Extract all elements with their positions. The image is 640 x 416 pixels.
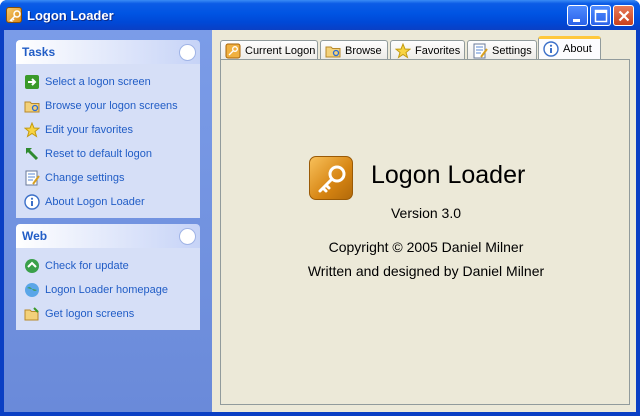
task-edit-favorites[interactable]: Edit your favorites [16,118,200,142]
task-label: About Logon Loader [45,196,145,208]
close-icon [618,10,630,22]
tasks-group-body: Select a logon screen Browse your logon … [16,64,200,218]
task-reset-default[interactable]: Reset to default logon [16,142,200,166]
task-check-update[interactable]: Check for update [16,254,200,278]
task-label: Select a logon screen [45,76,151,88]
task-get-screens[interactable]: Get logon screens [16,302,200,326]
settings-icon [473,43,488,58]
info-icon [24,194,40,210]
task-browse-logons[interactable]: Browse your logon screens [16,94,200,118]
logon-loader-logo-icon [309,156,353,200]
info-icon [543,41,559,57]
web-group: Web Check for update Logon Loader homepa… [16,224,200,330]
folder-open-icon [24,307,39,321]
about-panel: Logon Loader Version 3.0 Copyright © 200… [220,59,630,405]
maximize-icon [594,9,608,23]
collapse-icon[interactable] [179,228,196,245]
task-change-settings[interactable]: Change settings [16,166,200,190]
reset-arrow-icon [25,147,39,161]
task-label: Get logon screens [45,308,135,320]
globe-icon [25,259,39,273]
tab-label: Current Logon [245,44,316,57]
title-bar[interactable]: Logon Loader [0,0,640,30]
about-copyright: Copyright © 2005 Daniel Milner [328,239,524,255]
main-area: Current Logon Browse Favorites Settings … [212,30,636,412]
tab-current-logon[interactable]: Current Logon [220,40,318,60]
star-icon [395,42,411,59]
task-about[interactable]: About Logon Loader [16,190,200,214]
tasks-group-header[interactable]: Tasks [16,40,200,64]
homepage-icon [25,283,39,297]
web-group-header[interactable]: Web [16,224,200,248]
tab-label: About [563,43,592,55]
close-button[interactable] [613,5,634,26]
green-arrow-icon [25,75,39,89]
tab-label: Settings [492,44,532,57]
about-app-name: Logon Loader [371,161,526,189]
minimize-icon [573,19,580,22]
app-key-icon [6,7,22,23]
folder-icon [325,46,341,57]
web-group-title: Web [22,229,48,243]
task-pane: Tasks Select a logon screen Browse your … [4,30,212,412]
tasks-group: Tasks Select a logon screen Browse your … [16,40,200,218]
about-credits: Written and designed by Daniel Milner [307,263,545,279]
tab-about[interactable]: About [538,36,601,61]
task-label: Browse your logon screens [45,100,178,112]
star-icon [24,122,40,138]
folder-icon [24,101,40,113]
about-version: Version 3.0 [390,205,462,221]
maximize-button[interactable] [590,5,611,26]
task-label: Logon Loader homepage [45,284,168,296]
settings-icon [25,170,40,186]
tab-label: Browse [345,44,382,57]
tab-label: Favorites [415,44,461,57]
collapse-icon[interactable] [179,44,196,61]
task-label: Change settings [45,172,125,184]
client-area: Tasks Select a logon screen Browse your … [4,30,636,412]
web-group-body: Check for update Logon Loader homepage G… [16,248,200,330]
tab-favorites[interactable]: Favorites [390,40,465,60]
task-label: Reset to default logon [45,148,153,160]
key-icon [225,43,241,58]
task-homepage[interactable]: Logon Loader homepage [16,278,200,302]
tab-browse[interactable]: Browse [320,40,388,60]
task-select-logon[interactable]: Select a logon screen [16,70,200,94]
app-window: Logon Loader Tasks Select a logon screen [0,0,640,416]
task-label: Check for update [45,260,129,272]
tab-settings[interactable]: Settings [467,40,537,60]
window-title: Logon Loader [27,8,114,23]
task-label: Edit your favorites [45,124,134,136]
tasks-group-title: Tasks [22,45,56,59]
minimize-button[interactable] [567,5,588,26]
